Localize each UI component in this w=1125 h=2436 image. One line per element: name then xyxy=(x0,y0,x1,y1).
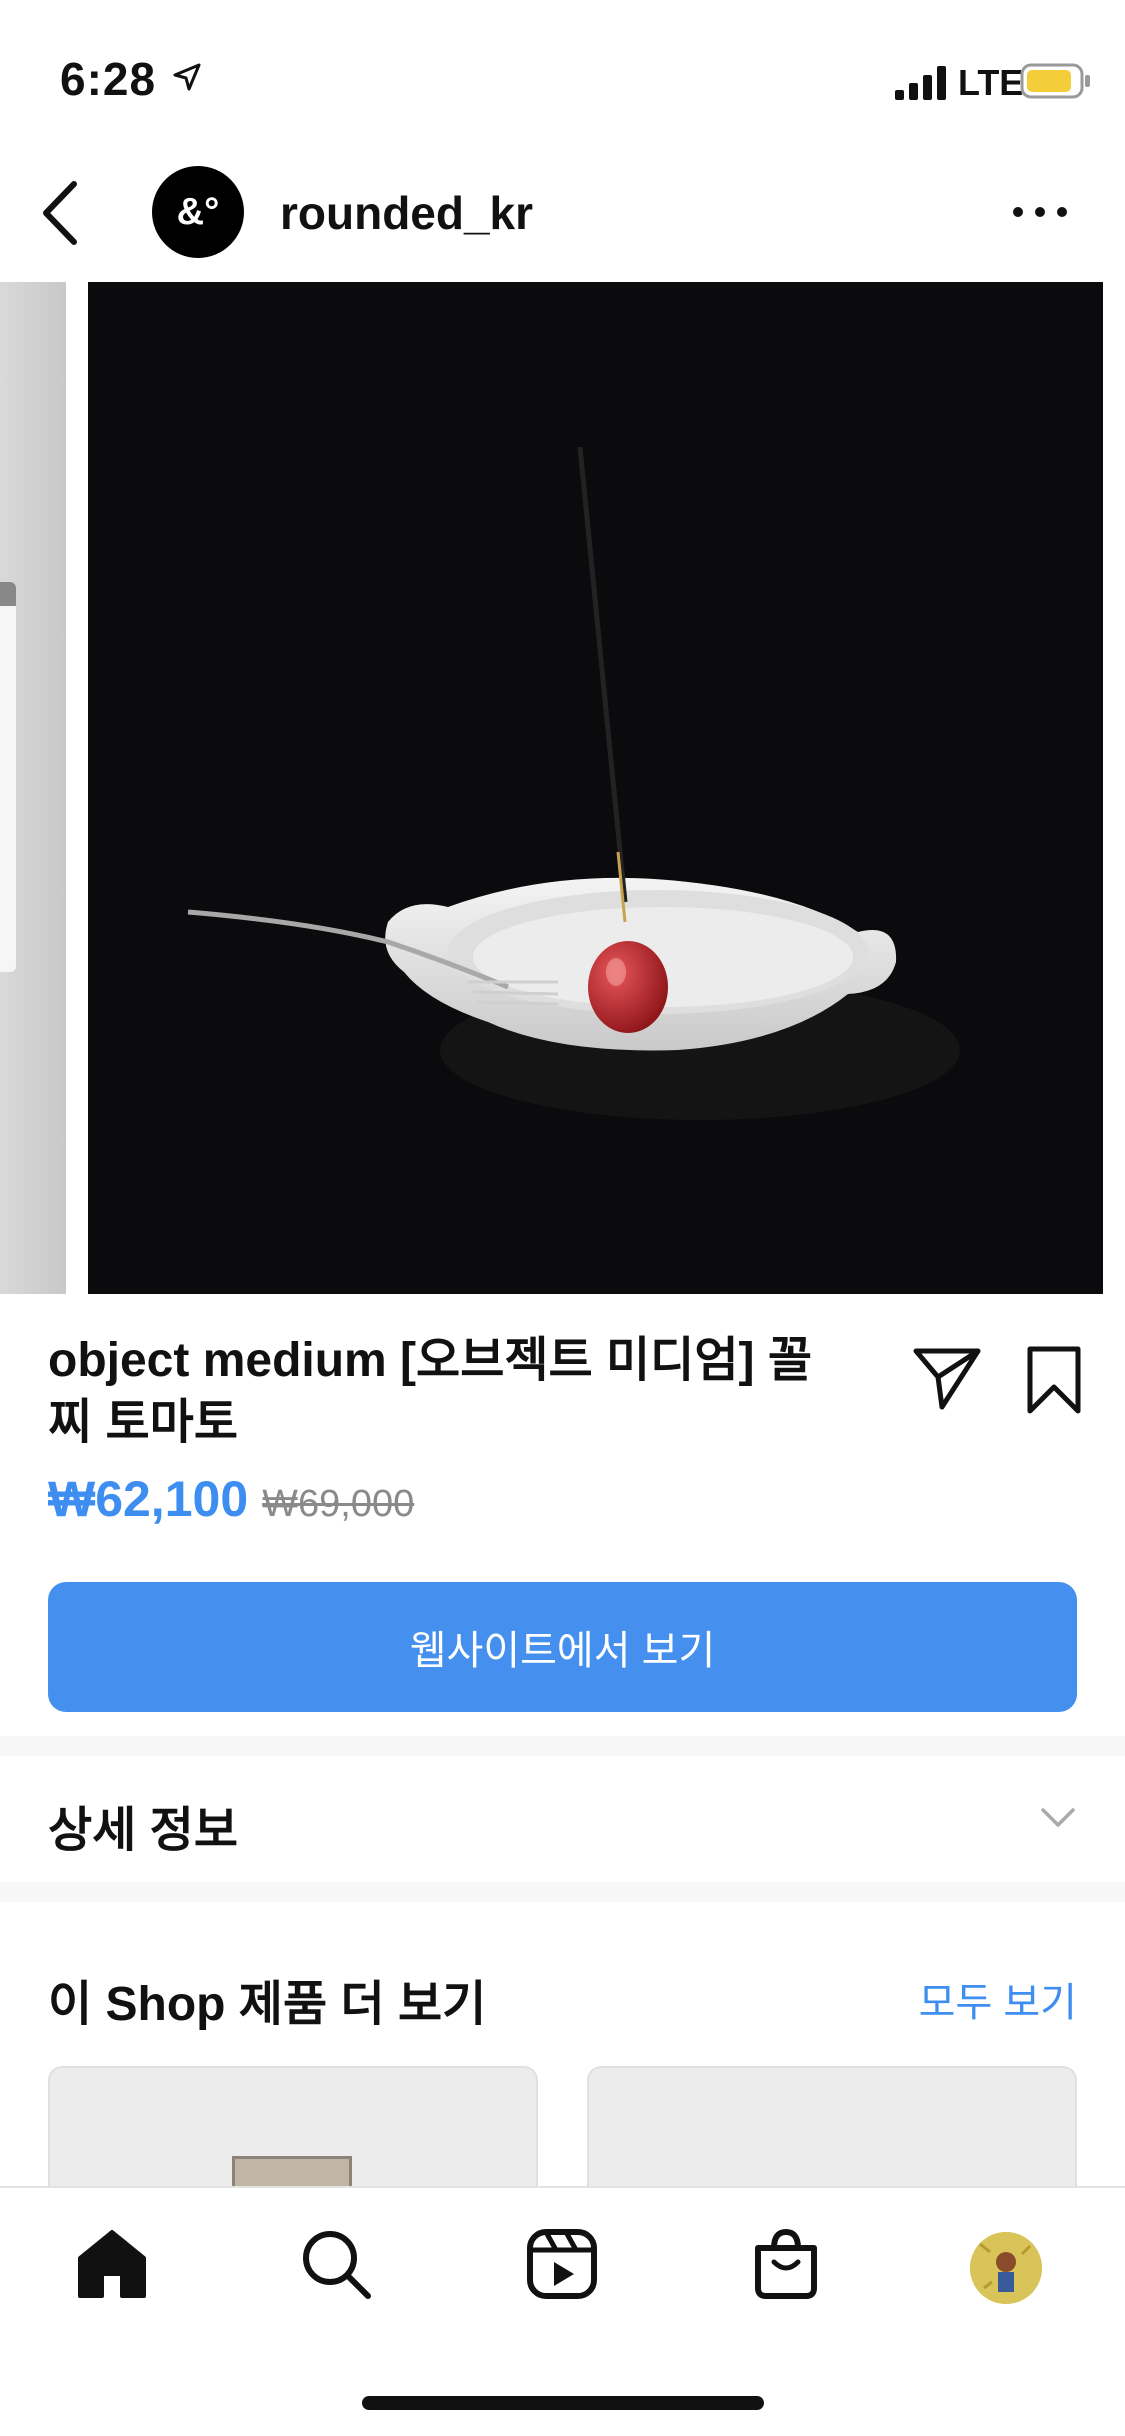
more-from-shop-label: 이 Shop 제품 더 보기 xyxy=(48,1978,487,2031)
tab-home[interactable] xyxy=(72,2224,152,2304)
battery-icon xyxy=(1020,63,1090,99)
section-divider xyxy=(0,1882,1125,1902)
previous-slide-strip-top xyxy=(0,582,16,606)
back-chevron-icon[interactable] xyxy=(36,178,86,248)
more-from-shop-header: 이 Shop 제품 더 보기 모두 보기 xyxy=(0,1920,1125,2031)
home-icon xyxy=(78,2230,146,2298)
product-photo xyxy=(88,282,1103,1294)
avatar-logo: &° xyxy=(176,190,220,233)
status-time: 6:28 xyxy=(60,53,157,105)
product-card[interactable] xyxy=(587,2066,1077,2186)
shop-bag-icon xyxy=(755,2228,817,2299)
status-bar: 6:28 LTE xyxy=(0,0,1125,150)
price-row: ₩62,100 ₩69,000 xyxy=(48,1470,414,1540)
tab-profile[interactable] xyxy=(970,2232,1042,2304)
shop-avatar[interactable]: &° xyxy=(152,166,244,258)
search-icon xyxy=(303,2231,371,2299)
chevron-down-icon xyxy=(1041,1808,1075,1827)
section-divider xyxy=(0,1736,1125,1756)
view-on-website-button[interactable]: 웹사이트에서 보기 xyxy=(48,1582,1077,1712)
product-thumbnail xyxy=(232,2156,352,2186)
original-price: ₩69,000 xyxy=(262,1483,415,1525)
tab-search[interactable] xyxy=(296,2224,376,2304)
see-all-link[interactable]: 모두 보기 xyxy=(919,1970,1077,2028)
profile-avatar xyxy=(970,2232,1042,2304)
details-section[interactable]: 상세 정보 xyxy=(0,1756,1125,1882)
home-indicator xyxy=(362,2396,764,2410)
reels-icon xyxy=(527,2229,597,2299)
product-image-carousel[interactable] xyxy=(0,282,1125,1294)
plate-tomato-illustration xyxy=(88,282,1103,1294)
location-arrow-icon xyxy=(173,63,201,91)
share-paper-plane-icon[interactable] xyxy=(912,1345,982,1411)
details-label: 상세 정보 xyxy=(48,1804,238,1857)
tab-reels[interactable] xyxy=(522,2224,602,2304)
shop-username[interactable]: rounded_kr xyxy=(280,186,533,240)
more-dots-icon[interactable] xyxy=(1010,202,1070,222)
previous-slide-strip xyxy=(0,582,16,972)
tab-shop[interactable] xyxy=(746,2224,826,2304)
post-header: &° rounded_kr xyxy=(0,150,1125,280)
product-title: object medium [오브젝트 미디엄] 꼴찌 토마토 xyxy=(48,1334,812,1449)
signal-icon xyxy=(895,66,946,100)
sale-price: ₩62,100 xyxy=(48,1471,249,1527)
bookmark-icon[interactable] xyxy=(1024,1345,1084,1415)
product-card[interactable] xyxy=(48,2066,538,2186)
network-type: LTE xyxy=(958,62,1024,103)
previous-slide-peek[interactable] xyxy=(0,282,66,1294)
